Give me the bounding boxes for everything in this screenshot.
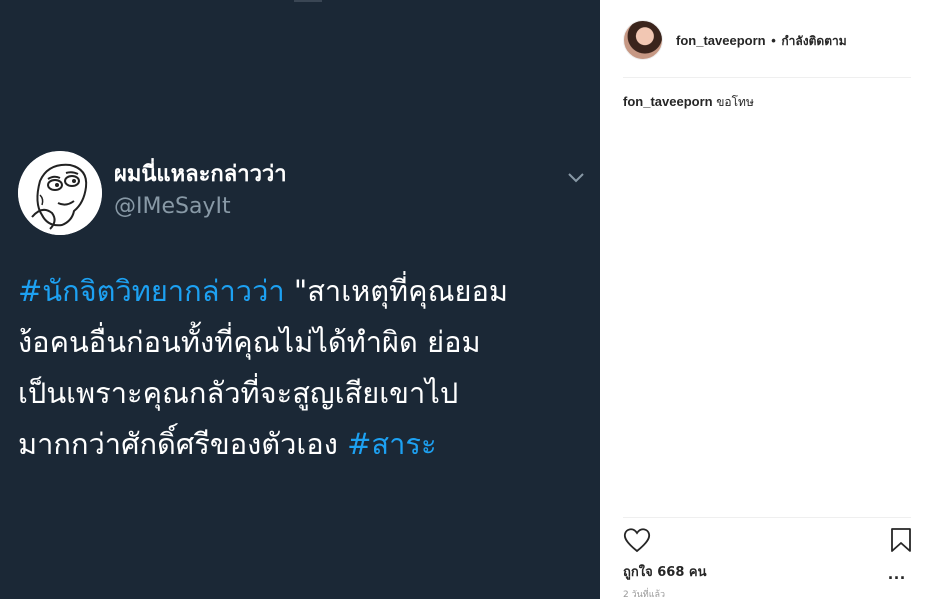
- avatar[interactable]: [623, 20, 663, 60]
- likes-count[interactable]: ถูกใจ 668 คน: [623, 561, 706, 582]
- separator-dot: •: [771, 33, 776, 48]
- tweet-handle: @IMeSayIt: [114, 194, 231, 219]
- chevron-down-icon: [566, 170, 586, 184]
- tweet-line: ง้อคนอื่นก่อนทั้งที่คุณไม่ได้ทำผิด ย่อม: [18, 325, 481, 359]
- post-header: fon_taveeporn • กำลังติดตาม: [623, 18, 911, 78]
- tweet-hashtag: #นักจิตวิทยากล่าวว่า: [18, 274, 285, 308]
- tweet-line: #นักจิตวิทยากล่าวว่า "สาเหตุที่คุณยอม: [18, 266, 590, 317]
- post-sidebar: fon_taveeporn • กำลังติดตาม fon_taveepor…: [600, 0, 934, 599]
- post-timestamp[interactable]: 2 วันที่แล้ว: [623, 587, 665, 599]
- heart-icon[interactable]: [623, 527, 651, 553]
- tweet-display-name: ผมนี่แหละกล่าวว่า: [114, 162, 287, 187]
- actions-divider: [623, 517, 911, 518]
- tweet-line: เป็นเพราะคุณกลัวที่จะสูญเสียเขาไป: [18, 376, 459, 410]
- bookmark-icon[interactable]: [890, 527, 912, 553]
- top-notch: [294, 0, 322, 2]
- tweet-line-text: มากกว่าศักดิ์ศรีของตัวเอง: [18, 427, 348, 461]
- username-link[interactable]: fon_taveeporn: [676, 33, 766, 48]
- caption-text: ขอโทษ: [716, 95, 754, 109]
- tweet-text: #นักจิตวิทยากล่าวว่า "สาเหตุที่คุณยอม ง้…: [18, 266, 590, 470]
- caption-username-link[interactable]: fon_taveeporn: [623, 94, 713, 109]
- post-image: ผมนี่แหละกล่าวว่า @IMeSayIt #นักจิตวิทยา…: [0, 0, 600, 599]
- more-options-icon[interactable]: ...: [888, 564, 906, 582]
- following-button[interactable]: กำลังติดตาม: [781, 34, 846, 48]
- tweet-avatar: [18, 151, 102, 235]
- header-user-row: fon_taveeporn • กำลังติดตาม: [676, 32, 847, 51]
- tweet-hashtag: #สาระ: [347, 427, 437, 461]
- caption: fon_taveeporn ขอโทษ: [623, 93, 754, 112]
- tweet-line: มากกว่าศักดิ์ศรีของตัวเอง #สาระ: [18, 419, 590, 470]
- tweet-line-text: "สาเหตุที่คุณยอม: [284, 274, 509, 308]
